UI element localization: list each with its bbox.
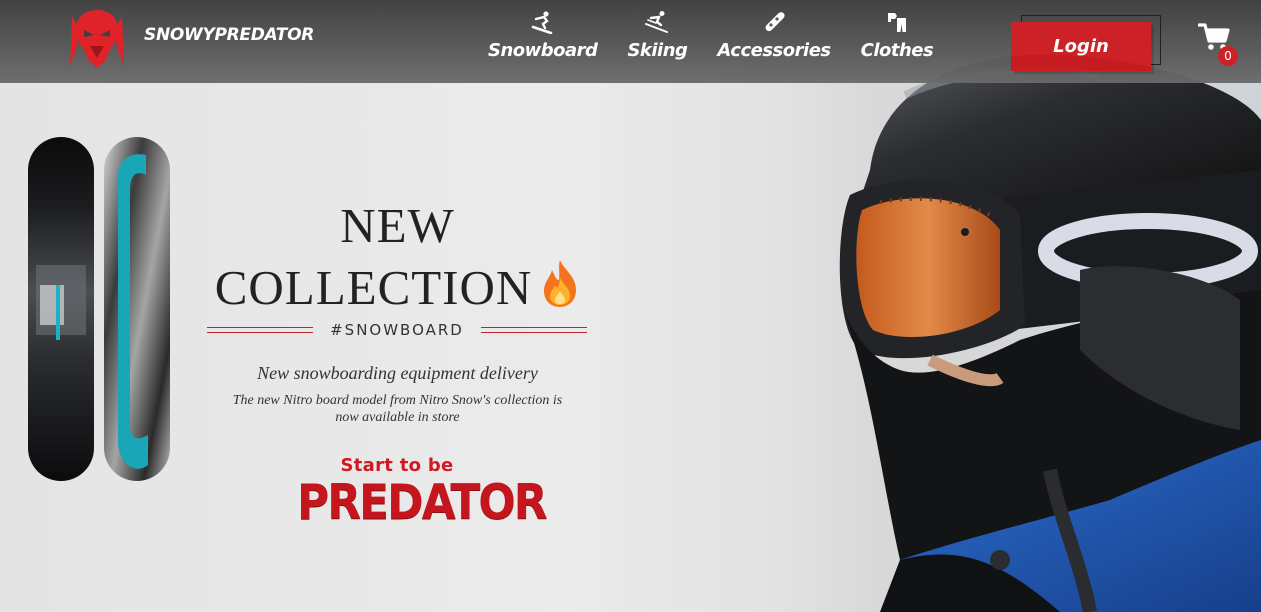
nav-item-snowboard[interactable]: Snowboard <box>488 10 598 61</box>
hero-copy: NEW COLLECTION #SNOWBOARD New snowboardi… <box>200 195 595 426</box>
hashtag-row: #SNOWBOARD <box>207 321 587 339</box>
nav-label: Clothes <box>860 40 934 61</box>
main-nav: Snowboard Skiing Accessories Clothes <box>488 10 963 61</box>
nav-item-accessories[interactable]: Accessories <box>717 10 831 61</box>
hero-banner <box>0 0 1261 612</box>
hashtag-label: #SNOWBOARD <box>330 321 464 339</box>
clothes-icon <box>887 13 906 32</box>
skier-icon <box>645 11 669 33</box>
nav-label: Accessories <box>717 40 831 61</box>
hero-subheading: New snowboarding equipment delivery <box>257 363 538 383</box>
hero-description: The new Nitro board model from Nitro Sno… <box>232 393 563 425</box>
cart-button[interactable]: 0 <box>1197 22 1240 68</box>
snowboarder-icon <box>531 11 553 34</box>
predator-mask-logo-icon <box>70 10 124 68</box>
cta-main-text: PREDATOR <box>297 474 548 531</box>
cart-count-badge: 0 <box>1218 46 1238 66</box>
snowboards-product-image <box>28 137 170 481</box>
predator-cta-link[interactable]: Start to be PREDATOR <box>297 455 548 531</box>
nav-label: Snowboard <box>488 40 598 61</box>
nav-item-skiing[interactable]: Skiing <box>627 10 688 61</box>
nav-item-clothes[interactable]: Clothes <box>861 10 934 61</box>
headline: NEW COLLECTION <box>200 195 595 319</box>
login-button[interactable]: Login <box>1011 22 1151 71</box>
fire-icon <box>544 260 577 307</box>
divider-right <box>480 327 587 333</box>
snowboard-icon <box>765 12 785 32</box>
divider-left <box>207 327 313 333</box>
brand-home-link[interactable]: SNOWYPREDATOR <box>66 8 314 70</box>
nav-label: Skiing <box>627 40 688 61</box>
login-area: Login <box>1011 15 1161 71</box>
snowboarder-photo <box>839 54 1261 612</box>
headline-line-2: COLLECTION <box>214 260 533 315</box>
brand-name: SNOWYPREDATOR <box>144 25 315 45</box>
headline-line-1: NEW <box>340 198 455 253</box>
site-header: SNOWYPREDATOR Snowboard Skiing Accessori… <box>0 0 1261 83</box>
